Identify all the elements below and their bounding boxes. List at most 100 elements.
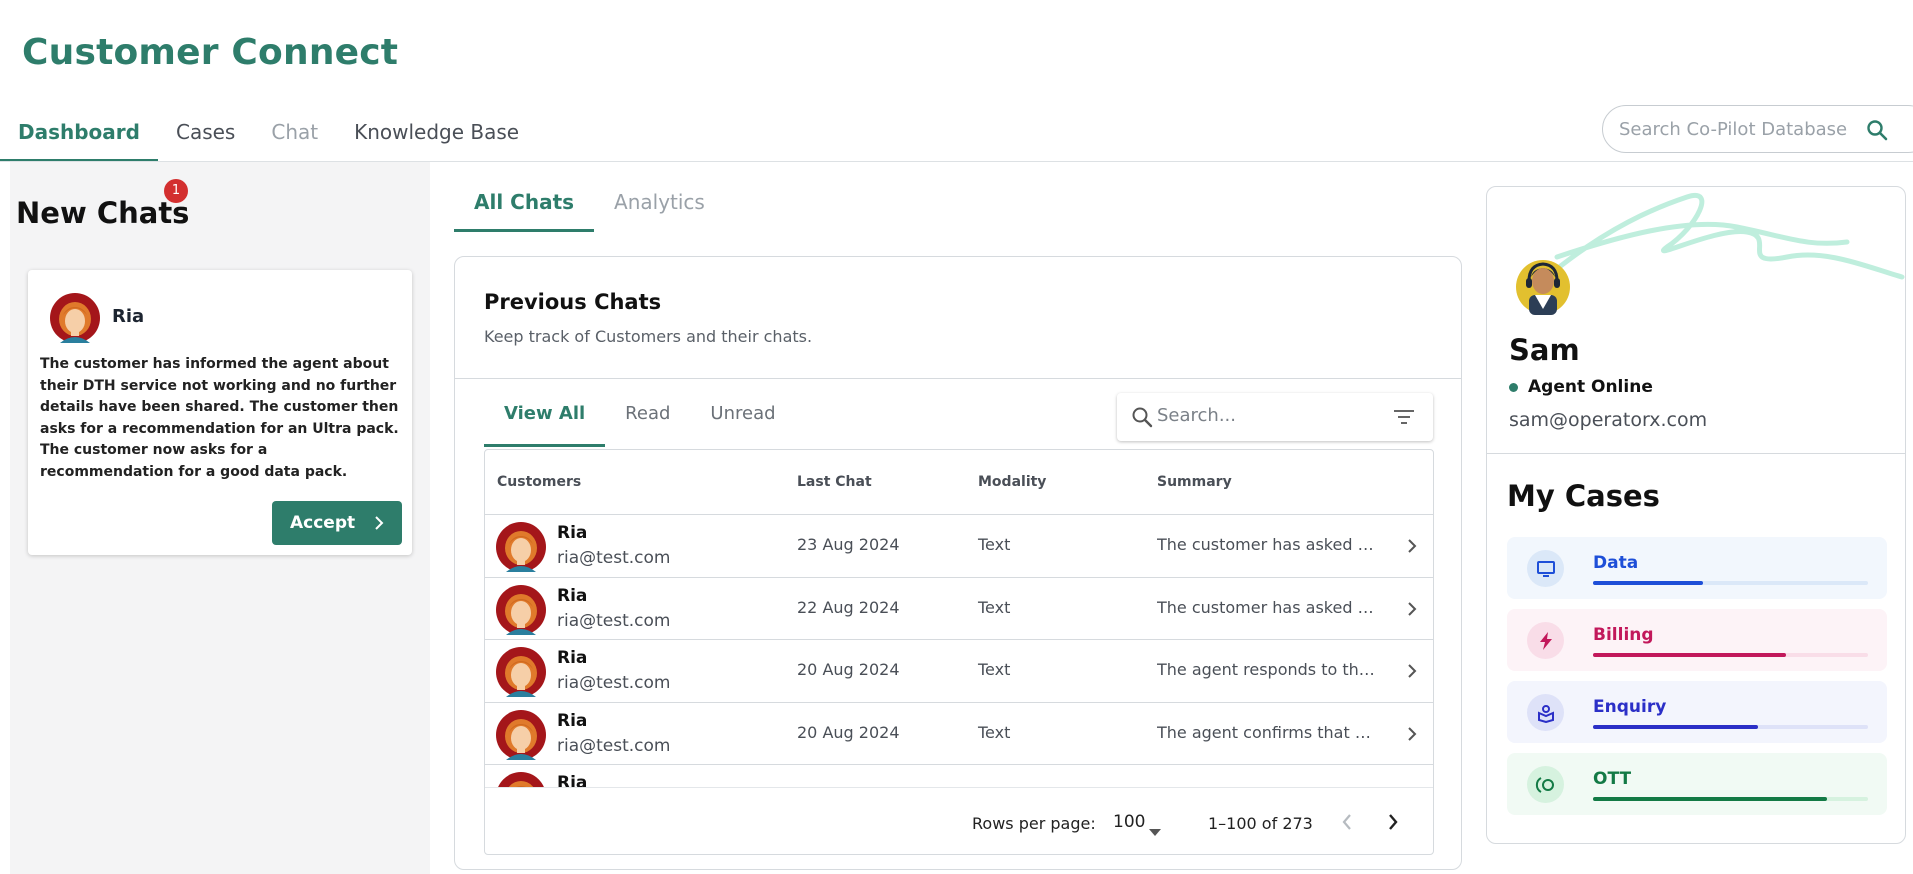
column-header-summary[interactable]: Summary — [1157, 474, 1232, 490]
last-chat-date: 23 Aug 2024 — [797, 535, 900, 554]
new-chat-card[interactable]: Ria The customer has informed the agent … — [28, 270, 412, 555]
agent-name: Sam — [1509, 333, 1580, 367]
table-row[interactable]: Riaria@test.com20 Jul 2024TextThe custom… — [485, 765, 1433, 787]
box-person-icon — [1527, 694, 1564, 731]
chevron-right-icon[interactable] — [1407, 662, 1417, 684]
customer-name: Ria — [557, 523, 588, 543]
customer-email: ria@test.com — [557, 673, 671, 693]
chevron-right-icon[interactable] — [1407, 725, 1417, 747]
chat-search-box[interactable] — [1117, 393, 1433, 441]
agent-divider — [1487, 453, 1905, 454]
new-chats-badge: 1 — [164, 179, 188, 203]
chat-search-input[interactable] — [1157, 405, 1377, 426]
case-label: Data — [1593, 553, 1639, 573]
last-chat-date: 20 Aug 2024 — [797, 722, 900, 742]
last-chat-date: 22 Aug 2024 — [797, 597, 900, 617]
monitor-icon — [1527, 550, 1564, 587]
case-progress-fill — [1593, 797, 1827, 801]
case-item-enquiry[interactable]: Enquiry — [1507, 681, 1887, 743]
filter-icon[interactable] — [1393, 408, 1415, 430]
agent-email: sam@operatorx.com — [1509, 409, 1708, 431]
case-progress-track — [1593, 653, 1868, 657]
customer-email: ria@test.com — [557, 735, 671, 756]
customer-email: ria@test.com — [557, 610, 671, 631]
previous-chats-card: Previous Chats Keep track of Customers a… — [454, 256, 1462, 870]
app-title: Customer Connect — [22, 32, 399, 73]
agent-avatar — [1515, 251, 1571, 319]
case-item-data[interactable]: Data — [1507, 537, 1887, 599]
avatar — [496, 584, 546, 639]
avatar — [496, 709, 546, 764]
case-item-billing[interactable]: Billing — [1507, 609, 1887, 671]
my-cases-title: My Cases — [1507, 479, 1660, 513]
summary: The agent confirms that the pack is acti… — [1157, 722, 1375, 742]
rows-per-page-select[interactable]: 100 — [1113, 812, 1145, 832]
rows-per-page-label: Rows per page: — [972, 814, 1096, 833]
case-progress-track — [1593, 797, 1868, 801]
agent-profile-card: Sam Agent Online sam@operatorx.com My Ca… — [1486, 186, 1906, 844]
table-row[interactable]: Ria ria@test.com 22 Aug 2024 Text The custom… — [485, 578, 1433, 640]
table-row[interactable]: Ria ria@test.com 20 Aug 2024 Text The agent … — [485, 640, 1433, 703]
copilot-search-box[interactable] — [1602, 105, 1913, 153]
customer-name: Ria — [557, 585, 588, 606]
tab-read[interactable]: Read — [605, 393, 690, 447]
chat-filter-tabs: View All Read Unread — [484, 393, 796, 447]
avatar — [496, 772, 546, 787]
caret-down-icon[interactable] — [1149, 821, 1161, 840]
column-header-modality[interactable]: Modality — [978, 474, 1046, 490]
customer-email: ria@test.com — [557, 548, 671, 568]
search-icon — [1131, 406, 1153, 432]
tab-knowledge-base[interactable]: Knowledge Base — [336, 112, 537, 162]
avatar — [496, 647, 546, 701]
tab-view-all[interactable]: View All — [484, 393, 606, 447]
agent-status-label: Agent Online — [1528, 377, 1653, 397]
modality: Text — [978, 660, 1011, 679]
table-pagination: Rows per page: 100 1–100 of 273 — [485, 787, 1433, 854]
column-header-last-chat[interactable]: Last Chat — [797, 474, 872, 490]
new-chat-description: The customer has informed the agent abou… — [40, 356, 399, 480]
modality: Text — [978, 722, 1011, 742]
accept-button[interactable]: Accept — [272, 501, 402, 545]
table-header: Customers Last Chat Modality Summary — [485, 450, 1433, 515]
new-chat-customer-name: Ria — [112, 306, 145, 327]
tab-all-chats[interactable]: All Chats — [454, 182, 595, 232]
column-header-customers[interactable]: Customers — [497, 474, 581, 490]
case-item-ott[interactable]: OTT — [1507, 753, 1887, 815]
case-progress-track — [1593, 581, 1868, 585]
tab-dashboard[interactable]: Dashboard — [0, 112, 158, 162]
pagination-range: 1–100 of 273 — [1208, 814, 1313, 833]
search-icon[interactable] — [1865, 118, 1889, 146]
tab-chat[interactable]: Chat — [253, 112, 336, 162]
ott-icon — [1527, 766, 1564, 803]
avatar — [50, 293, 100, 347]
new-chats-title: New Chats — [16, 196, 190, 230]
summary: The agent responds to the customer query — [1157, 660, 1375, 679]
summary: The customer has asked for a recommendat… — [1157, 597, 1375, 617]
case-label: Billing — [1593, 625, 1654, 645]
previous-page-icon[interactable] — [1341, 812, 1353, 836]
copilot-search-input[interactable] — [1619, 118, 1869, 140]
agent-status: Agent Online — [1509, 377, 1653, 397]
case-label: OTT — [1593, 769, 1632, 789]
table-row[interactable]: Ria ria@test.com 23 Aug 2024 Text The custom… — [485, 515, 1433, 578]
next-page-icon[interactable] — [1387, 812, 1399, 836]
online-status-icon — [1509, 382, 1518, 392]
case-progress-fill — [1593, 725, 1758, 729]
chevron-right-icon — [374, 514, 384, 537]
avatar — [496, 522, 546, 576]
tab-unread[interactable]: Unread — [690, 393, 795, 447]
chats-table: Customers Last Chat Modality Summary Ria… — [484, 449, 1434, 855]
table-row[interactable]: Ria ria@test.com 20 Aug 2024 Text The agent … — [485, 703, 1433, 765]
new-chats-panel: New Chats 1 Ria The customer has informe… — [10, 162, 430, 874]
card-divider — [455, 378, 1461, 379]
tab-cases[interactable]: Cases — [158, 112, 253, 162]
case-progress-track — [1593, 725, 1868, 729]
customer-name: Ria — [557, 710, 588, 731]
main-tabs: All Chats Analytics — [454, 182, 725, 232]
tab-analytics[interactable]: Analytics — [594, 182, 725, 232]
last-chat-date: 20 Aug 2024 — [797, 660, 900, 679]
chevron-right-icon[interactable] — [1407, 600, 1417, 622]
case-label: Enquiry — [1593, 697, 1667, 717]
accept-button-label: Accept — [290, 513, 356, 533]
chevron-right-icon[interactable] — [1407, 537, 1417, 559]
